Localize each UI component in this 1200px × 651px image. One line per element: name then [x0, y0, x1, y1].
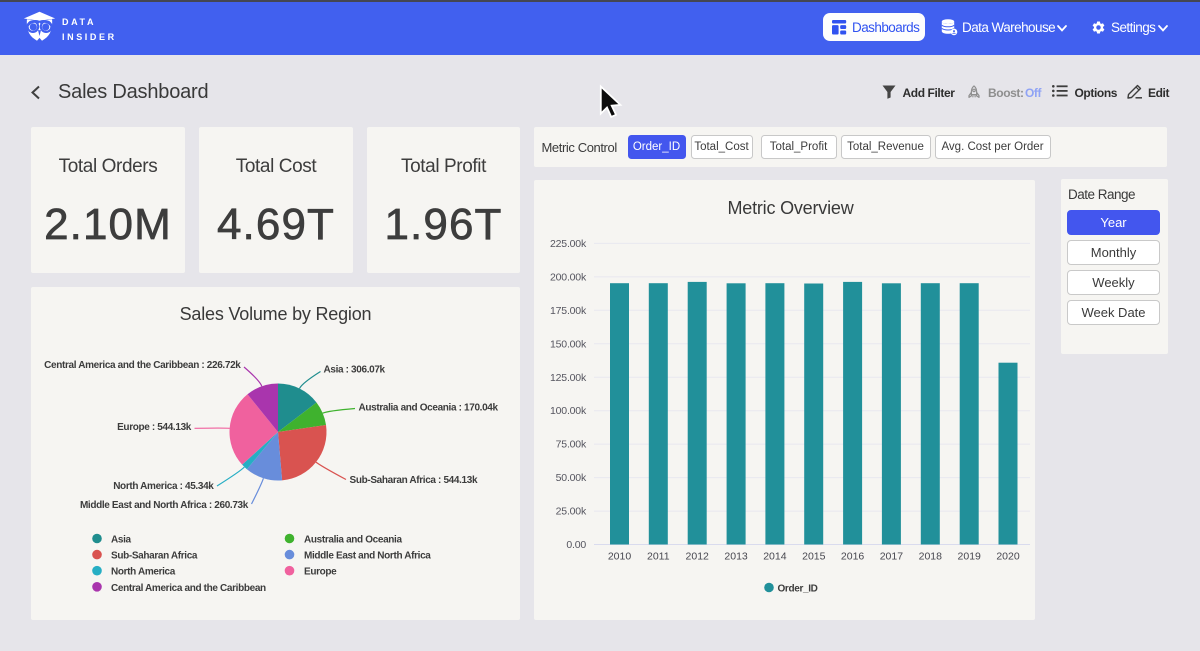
svg-text:2015: 2015	[802, 551, 826, 563]
svg-text:175.00k: 175.00k	[550, 305, 587, 317]
svg-text:225.00k: 225.00k	[550, 238, 587, 250]
svg-text:0.00: 0.00	[566, 539, 586, 551]
svg-text:2018: 2018	[919, 551, 943, 563]
svg-text:2013: 2013	[724, 551, 748, 563]
svg-text:2010: 2010	[608, 551, 632, 563]
svg-text:Australia and Oceania : 170.04: Australia and Oceania : 170.04k	[359, 403, 499, 414]
svg-text:Europe : 544.13k: Europe : 544.13k	[117, 422, 192, 433]
svg-text:Middle East and North Africa: Middle East and North Africa	[304, 551, 431, 562]
svg-text:Central America and the Caribb: Central America and the Caribbean : 226.…	[44, 360, 241, 371]
svg-text:Central America and the Caribb: Central America and the Caribbean	[111, 583, 266, 594]
svg-text:Sub-Saharan Africa: Sub-Saharan Africa	[111, 551, 198, 562]
svg-text:Asia : 306.07k: Asia : 306.07k	[324, 365, 386, 376]
svg-text:2020: 2020	[996, 551, 1020, 563]
svg-text:25.00k: 25.00k	[556, 506, 587, 518]
svg-text:Sub-Saharan Africa : 544.13k: Sub-Saharan Africa : 544.13k	[350, 475, 478, 486]
svg-text:Australia and Oceania: Australia and Oceania	[304, 535, 402, 546]
svg-text:North America: North America	[111, 567, 176, 578]
svg-text:2014: 2014	[763, 551, 787, 563]
svg-text:Order_ID: Order_ID	[778, 584, 818, 595]
svg-text:2011: 2011	[647, 551, 670, 563]
svg-text:50.00k: 50.00k	[556, 472, 587, 484]
svg-text:2017: 2017	[880, 551, 904, 563]
svg-text:2019: 2019	[958, 551, 982, 563]
svg-text:Middle East and North Africa :: Middle East and North Africa : 260.73k	[80, 500, 249, 511]
svg-text:2016: 2016	[841, 551, 865, 563]
svg-text:Europe: Europe	[304, 567, 337, 578]
svg-text:150.00k: 150.00k	[550, 338, 587, 350]
svg-text:North America : 45.34k: North America : 45.34k	[113, 481, 214, 492]
svg-text:200.00k: 200.00k	[550, 271, 587, 283]
svg-text:125.00k: 125.00k	[550, 372, 587, 384]
svg-text:2012: 2012	[686, 551, 710, 563]
svg-text:100.00k: 100.00k	[550, 405, 587, 417]
svg-text:Asia: Asia	[111, 535, 132, 546]
svg-text:75.00k: 75.00k	[556, 439, 587, 451]
